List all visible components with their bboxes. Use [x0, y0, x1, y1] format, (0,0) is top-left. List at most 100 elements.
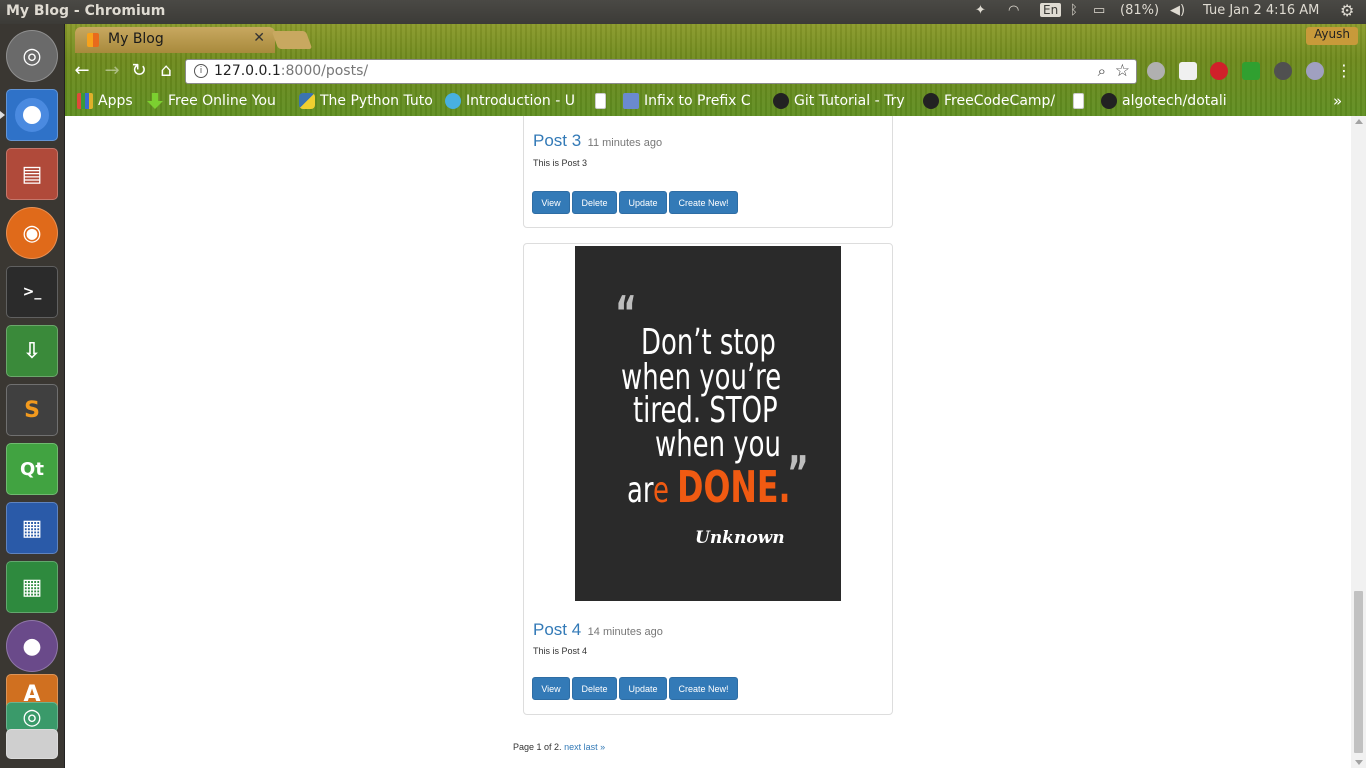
- scroll-down-icon[interactable]: [1355, 760, 1363, 765]
- firefox-icon[interactable]: ◉: [6, 207, 58, 259]
- blog-favicon-icon: [87, 33, 99, 47]
- writer-icon[interactable]: ▦: [6, 502, 58, 554]
- post-title-link[interactable]: Post 3: [533, 131, 581, 150]
- scrollbar-thumb[interactable]: [1354, 591, 1363, 753]
- address-bar[interactable]: i 127.0.0.1:8000/posts/ ⌕ ☆: [185, 59, 1137, 84]
- terminal-icon[interactable]: >_: [6, 266, 58, 318]
- qt-creator-icon[interactable]: Qt: [6, 443, 58, 495]
- view-button[interactable]: View: [532, 191, 570, 214]
- extension-globe-icon[interactable]: [1306, 62, 1324, 80]
- post-card: “ Don’t stop when you’re tired. STOP whe…: [523, 243, 893, 715]
- bookmark-star-icon[interactable]: ☆: [1115, 61, 1130, 81]
- zoom-icon[interactable]: ⌕: [1098, 62, 1106, 80]
- infix-icon: [623, 93, 639, 109]
- post-card: Post 3 11 minutes ago This is Post 3 Vie…: [523, 116, 893, 228]
- octocat-icon: [773, 93, 789, 109]
- bookmark-label: The Python Tuto: [320, 93, 433, 109]
- battery-percent[interactable]: (81%): [1120, 3, 1159, 18]
- tab-label: My Blog: [108, 31, 164, 47]
- bookmark-apps[interactable]: Apps: [77, 91, 137, 111]
- bracket-icon: [445, 93, 461, 109]
- tab-my-blog[interactable]: My Blog ✕: [75, 27, 275, 53]
- url-host: 127.0.0.1: [214, 63, 281, 79]
- update-button[interactable]: Update: [619, 191, 667, 214]
- bookmark-label: Introduction - U: [466, 93, 575, 109]
- tab-close-icon[interactable]: ✕: [253, 30, 265, 46]
- quote-word: ar: [627, 470, 653, 511]
- ubuntu-dash-icon[interactable]: ◎: [6, 30, 58, 82]
- quote-word-accent: e: [652, 470, 669, 511]
- bookmarks-overflow-icon[interactable]: »: [1333, 91, 1353, 111]
- reload-icon[interactable]: ↻: [128, 60, 150, 82]
- site-info-icon[interactable]: i: [194, 64, 208, 78]
- post-age: 11 minutes ago: [587, 137, 663, 149]
- post-body: This is Post 3: [533, 158, 588, 168]
- sublime-icon[interactable]: S: [6, 384, 58, 436]
- back-icon[interactable]: ←: [71, 60, 93, 82]
- bookmark-introduction[interactable]: Introduction - U: [445, 91, 580, 111]
- active-pip: [0, 111, 5, 119]
- page-icon: [1073, 93, 1084, 109]
- tor-browser-icon[interactable]: ●: [6, 620, 58, 672]
- calc-icon[interactable]: ▦: [6, 561, 58, 613]
- install-icon[interactable]: ⇩: [6, 325, 58, 377]
- browser-chrome: My Blog ✕ Ayush ← → ↻ ⌂ i 127.0.0.1:8000…: [65, 24, 1366, 116]
- scroll-up-icon[interactable]: [1355, 119, 1363, 124]
- chromium-icon[interactable]: [6, 89, 58, 141]
- battery-icon[interactable]: ▭: [1093, 3, 1105, 18]
- profile-button[interactable]: Ayush: [1306, 27, 1358, 45]
- pinterest-icon[interactable]: [1210, 62, 1228, 80]
- post-body: This is Post 4: [533, 646, 588, 656]
- keyboard-layout-indicator[interactable]: En: [1040, 3, 1062, 17]
- github-icon: [923, 93, 939, 109]
- post-heading: Post 4 14 minutes ago: [533, 620, 663, 640]
- bookmark-infix-to-prefix[interactable]: Infix to Prefix C: [623, 91, 761, 111]
- dropbox-icon[interactable]: ✦: [975, 3, 986, 18]
- volume-icon[interactable]: ◀): [1170, 3, 1185, 18]
- python-icon: [299, 93, 315, 109]
- bookmark-free-online[interactable]: Free Online You: [147, 91, 282, 111]
- wifi-icon[interactable]: ◠: [1008, 3, 1019, 18]
- bookmark-freecodecamp[interactable]: FreeCodeCamp/: [923, 91, 1058, 111]
- vertical-scrollbar[interactable]: [1351, 116, 1366, 768]
- trash-icon[interactable]: [6, 729, 58, 759]
- app-stack-icon[interactable]: ◎: [6, 702, 58, 732]
- bookmark-python-tutorial[interactable]: The Python Tuto: [299, 91, 433, 111]
- extension-cloud-icon[interactable]: [1147, 62, 1165, 80]
- extension-print-icon[interactable]: [1242, 62, 1260, 80]
- create-new-button[interactable]: Create New!: [669, 191, 738, 214]
- quote-close-mark: ”: [787, 446, 809, 500]
- next-page-link[interactable]: next: [564, 742, 581, 752]
- update-button[interactable]: Update: [619, 677, 667, 700]
- bluetooth-icon[interactable]: ᛒ: [1070, 3, 1078, 18]
- menu-icon[interactable]: ⋮: [1333, 60, 1355, 82]
- quote-open-mark: “: [615, 286, 637, 340]
- forward-icon[interactable]: →: [101, 60, 123, 82]
- bookmark-git-tutorial[interactable]: Git Tutorial - Try: [773, 91, 908, 111]
- url-text[interactable]: 127.0.0.1:8000/posts/: [214, 63, 368, 79]
- power-gear-icon[interactable]: ⚙: [1340, 1, 1354, 20]
- bookmark-label: FreeCodeCamp/: [944, 93, 1056, 109]
- system-top-panel: My Blog - Chromium ✦ ◠ En ᛒ ▭ (81%) ◀) T…: [0, 0, 1366, 24]
- bookmark-algotech[interactable]: algotech/dotali: [1101, 91, 1241, 111]
- last-page-link[interactable]: last »: [584, 742, 606, 752]
- clock[interactable]: Tue Jan 2 4:16 AM: [1203, 3, 1319, 18]
- home-icon[interactable]: ⌂: [155, 60, 177, 82]
- post-title-link[interactable]: Post 4: [533, 620, 581, 639]
- create-new-button[interactable]: Create New!: [669, 677, 738, 700]
- delete-button[interactable]: Delete: [572, 677, 617, 700]
- launcher: ◎ ▤ ◉ >_ ⇩ S Qt ▦ ▦ ● A ◎: [0, 24, 65, 768]
- bookmark-page-2[interactable]: [1073, 91, 1093, 111]
- delete-button[interactable]: Delete: [572, 191, 617, 214]
- view-button[interactable]: View: [532, 677, 570, 700]
- post-heading: Post 3 11 minutes ago: [533, 131, 662, 151]
- extension-bulb-icon[interactable]: [1274, 62, 1292, 80]
- new-tab-button[interactable]: [271, 31, 313, 49]
- bookmark-label: Apps: [98, 93, 133, 109]
- apps-grid-icon: [77, 93, 93, 109]
- bookmark-page[interactable]: [595, 91, 615, 111]
- post-image: “ Don’t stop when you’re tired. STOP whe…: [575, 246, 841, 601]
- page-indicator: Page 1 of 2.: [513, 742, 562, 752]
- files-icon[interactable]: ▤: [6, 148, 58, 200]
- extension-pocket-icon[interactable]: [1179, 62, 1197, 80]
